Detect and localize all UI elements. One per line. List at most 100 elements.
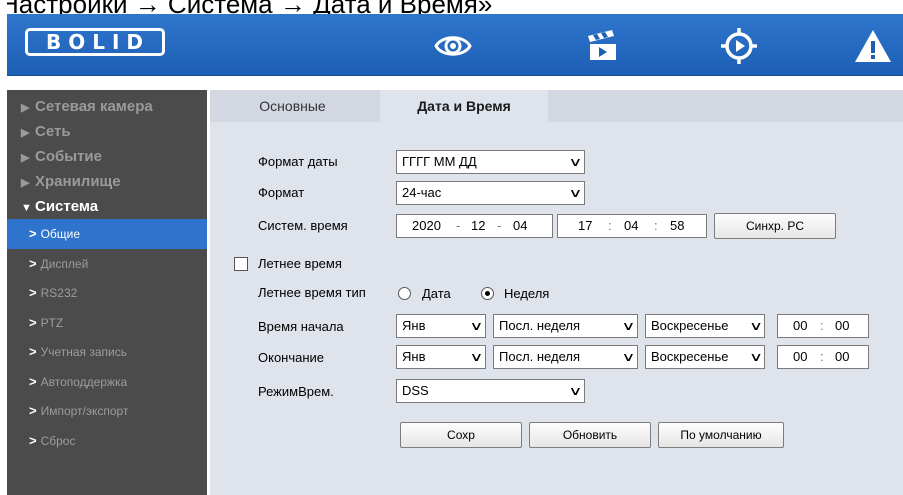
save-button[interactable]: Сохр (400, 422, 522, 448)
chevron-right-icon: > (29, 403, 37, 418)
end-week-value: Посл. неделя (499, 349, 581, 364)
time-mode-select[interactable]: DSS ∨ (396, 379, 585, 403)
sidebar-section-network[interactable]: ▶ Сеть (7, 119, 207, 144)
dst-type-week-label: Неделя (504, 286, 550, 301)
sidebar: ▶ Сетевая камера ▶ Сеть ▶ Событие ▶ Хранилищ… (7, 90, 207, 495)
end-day-select[interactable]: Воскресенье ∨ (645, 345, 765, 369)
dst-type-date-radio[interactable] (398, 287, 411, 300)
sidebar-section-label: Система (35, 198, 99, 215)
sidebar-section-system[interactable]: ▼ Система (7, 194, 207, 219)
start-day-value: Воскресенье (651, 318, 729, 333)
chevron-right-icon: > (29, 255, 37, 271)
sidebar-section-label: Сеть (35, 123, 71, 140)
sync-pc-button[interactable]: Синхр. PC (714, 213, 836, 239)
time-mode-value: DSS (402, 383, 429, 398)
time-mode-label: РежимВрем. (258, 384, 334, 399)
start-clock-field[interactable]: 00 : 00 (777, 314, 869, 338)
page-left-strip (0, 0, 7, 495)
system-clock-field[interactable]: 17 : 04 : 58 (557, 214, 707, 238)
chevron-down-icon: ∨ (621, 319, 636, 333)
start-month-value: Янв (402, 318, 426, 333)
end-minute-value: 00 (835, 349, 850, 364)
eye-icon[interactable] (433, 26, 473, 66)
hour-value: 17 (578, 218, 593, 233)
tab-general[interactable]: Основные (210, 90, 375, 122)
chevron-right-icon: > (29, 226, 37, 241)
year-value: 2020 (412, 218, 441, 233)
content-panel: Основные Дата и Время Формат даты ГГГГ М… (210, 90, 903, 495)
sidebar-item-display[interactable]: > Дисплей (7, 249, 207, 279)
sidebar-item-rs232[interactable]: > RS232 (7, 278, 207, 308)
sidebar-section-label: Событие (35, 148, 102, 165)
chevron-down-icon: ∨ (745, 315, 764, 337)
sidebar-item-label: Импорт/экспорт (40, 404, 129, 418)
chevron-down-icon: ∨ (568, 384, 583, 398)
end-week-select[interactable]: Посл. неделя ∨ (493, 345, 638, 369)
system-date-field[interactable]: 2020 - 12 - 04 (396, 214, 553, 238)
chevron-right-icon: > (29, 432, 37, 448)
time-format-value: 24-час (402, 185, 442, 200)
default-button[interactable]: По умолчанию (658, 422, 784, 448)
date-format-select[interactable]: ГГГГ ММ ДД ∨ (396, 150, 585, 174)
sidebar-section-storage[interactable]: ▶ Хранилище (7, 169, 207, 194)
second-value: 58 (670, 218, 685, 233)
sidebar-item-account[interactable]: > Учетная запись (7, 337, 207, 367)
sidebar-section-label: Сетевая камера (35, 98, 153, 115)
start-minute-value: 00 (835, 318, 850, 333)
chevron-down-icon: ∨ (469, 319, 484, 333)
sidebar-item-label: Учетная запись (40, 345, 128, 359)
chevron-right-icon: > (29, 285, 37, 300)
dst-type-week-radio[interactable] (481, 287, 494, 300)
tab-date-time[interactable]: Дата и Время (380, 90, 548, 122)
time-separator: : (608, 218, 612, 233)
chevron-down-icon: ∨ (621, 350, 636, 364)
logo: BOLID (25, 28, 165, 56)
start-month-select[interactable]: Янв ∨ (396, 314, 486, 338)
sidebar-section-label: Хранилище (35, 173, 121, 190)
sidebar-item-label: RS232 (40, 286, 78, 300)
tab-bar: Основные Дата и Время (210, 90, 903, 122)
refresh-button[interactable]: Обновить (529, 422, 651, 448)
start-hour-value: 00 (793, 318, 808, 333)
time-format-select[interactable]: 24-час ∨ (396, 181, 585, 205)
end-month-value: Янв (402, 349, 426, 364)
month-value: 12 (471, 218, 486, 233)
sidebar-section-event[interactable]: ▶ Событие (7, 144, 207, 169)
sidebar-item-label: PTZ (40, 315, 64, 330)
video-icon[interactable] (582, 26, 622, 66)
date-separator: - (456, 218, 461, 233)
date-format-value: ГГГГ ММ ДД (402, 154, 477, 169)
ptz-target-icon[interactable] (719, 26, 759, 66)
sidebar-item-auto-maintain[interactable]: > Автоподдержка (7, 367, 207, 397)
sidebar-section-network-camera[interactable]: ▶ Сетевая камера (7, 94, 207, 119)
sidebar-item-import-export[interactable]: > Импорт/экспорт (7, 396, 207, 426)
time-format-label: Формат (258, 185, 305, 200)
start-week-value: Посл. неделя (499, 318, 581, 333)
sidebar-item-general[interactable]: > Общие (7, 219, 207, 249)
chevron-down-icon: ∨ (568, 155, 583, 169)
sidebar-item-label: Автоподдержка (40, 374, 128, 389)
time-separator: : (820, 349, 824, 364)
sidebar-item-reset[interactable]: > Сброс (7, 426, 207, 456)
start-day-select[interactable]: Воскресенье ∨ (645, 314, 765, 338)
start-time-label: Время начала (258, 319, 344, 334)
day-value: 04 (513, 218, 528, 233)
minute-value: 04 (624, 218, 639, 233)
date-format-label: Формат даты (258, 154, 338, 169)
end-month-select[interactable]: Янв ∨ (396, 345, 486, 369)
dst-type-date-label: Дата (422, 286, 451, 301)
sidebar-item-ptz[interactable]: > PTZ (7, 308, 207, 338)
alarm-warning-icon[interactable] (853, 26, 893, 66)
dst-checkbox[interactable] (234, 257, 248, 271)
sidebar-item-label: Общие (40, 227, 81, 241)
chevron-down-icon: ∨ (745, 346, 764, 368)
chevron-right-icon: > (29, 314, 37, 330)
end-day-value: Воскресенье (651, 349, 729, 364)
time-separator: : (820, 318, 824, 333)
chevron-right-icon: > (29, 344, 37, 359)
end-clock-field[interactable]: 00 : 00 (777, 345, 869, 369)
system-time-label: Систем. время (258, 218, 348, 233)
start-week-select[interactable]: Посл. неделя ∨ (493, 314, 638, 338)
chevron-down-icon: ∨ (568, 186, 583, 200)
chevron-down-icon: ∨ (469, 350, 484, 364)
